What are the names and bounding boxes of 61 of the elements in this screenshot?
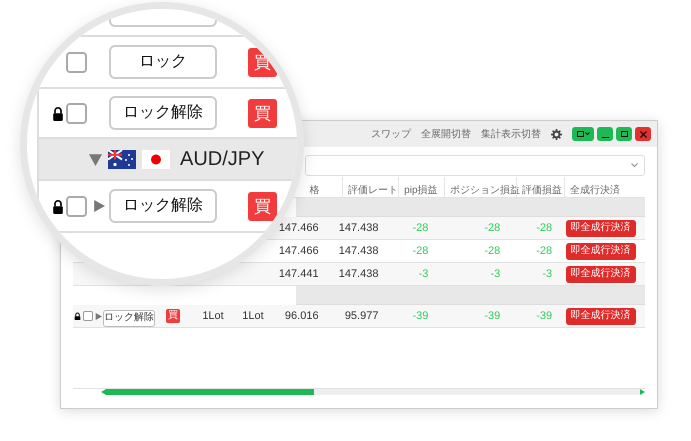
checkbox[interactable]: [66, 102, 87, 124]
rate-text: 95.977: [344, 310, 378, 322]
toolbar-link[interactable]: 集計表示切替: [481, 126, 541, 142]
expand-arrow-icon[interactable]: [93, 200, 105, 212]
pip-text: -39: [412, 310, 428, 322]
lot-text: 1Lot: [202, 310, 224, 322]
buy-label: 買: [166, 309, 180, 323]
buy-label: 買: [248, 192, 277, 220]
lock-button[interactable]: ロック: [109, 45, 217, 79]
eval-pl-text: -39: [536, 310, 552, 322]
price-text: 147.466: [278, 244, 319, 257]
close-all-button[interactable]: 即全成行決済: [566, 220, 636, 236]
window-mode-button[interactable]: [572, 127, 594, 141]
lot-text: 1Lot: [242, 310, 264, 322]
buy-label: 買: [248, 98, 277, 128]
expand-arrow-icon[interactable]: [95, 312, 102, 320]
position-pl-text: -28: [484, 222, 500, 234]
column-header: 格: [310, 184, 320, 196]
close-all-button[interactable]: 即全成行決済: [566, 308, 636, 324]
checkbox[interactable]: [66, 196, 87, 216]
rate-text: 147.438: [338, 268, 378, 280]
price-text: 147.466: [278, 222, 319, 234]
minimize-button[interactable]: [597, 127, 613, 141]
close-icon: [640, 130, 646, 138]
column-header: 評価損益: [522, 184, 562, 196]
unlock-button[interactable]: ロック解除: [109, 96, 217, 130]
rate-text: 147.438: [338, 222, 378, 234]
eval-pl-text: -3: [542, 268, 552, 280]
collapse-arrow-icon[interactable]: [89, 152, 102, 166]
settings-icon[interactable]: [551, 128, 562, 140]
close-all-button[interactable]: 即全成行決済: [566, 242, 636, 260]
rate-text: 147.438: [338, 244, 378, 257]
close-all-button[interactable]: 即全成行決済: [566, 266, 636, 282]
currency-pair: AUD/JPY: [180, 147, 264, 172]
position-pl-text: -3: [490, 268, 500, 280]
column-header: 評価レート: [348, 184, 398, 196]
pip-text: -28: [412, 244, 428, 257]
price-text: 147.441: [278, 268, 319, 280]
toolbar-link[interactable]: 全展開切替: [421, 126, 471, 142]
column-header: 全成行決済: [570, 184, 620, 196]
unlock-button[interactable]: ロック解除: [102, 310, 155, 326]
eval-pl-text: -28: [536, 222, 552, 234]
close-button[interactable]: [635, 127, 651, 141]
flag-icon: [108, 150, 136, 168]
pip-text: -3: [418, 268, 428, 280]
position-pl-text: -28: [484, 244, 500, 257]
position-pl-text: -39: [484, 310, 500, 322]
maximize-button[interactable]: [616, 127, 632, 141]
checkbox[interactable]: [66, 52, 87, 72]
toolbar-link[interactable]: スワップ: [371, 126, 411, 142]
checkbox[interactable]: [83, 311, 93, 321]
unlock-button[interactable]: ロック解除: [109, 189, 217, 223]
chevron-down-icon: [631, 163, 638, 168]
eval-pl-text: -28: [536, 244, 552, 257]
price-text: 96.016: [284, 310, 319, 322]
column-header: pip損益: [404, 184, 438, 196]
pip-text: -28: [412, 222, 428, 234]
chevron-down-icon: [584, 132, 590, 136]
flag-icon: [142, 150, 170, 168]
dropdown-field[interactable]: [305, 155, 645, 176]
window-icon: [576, 131, 584, 137]
